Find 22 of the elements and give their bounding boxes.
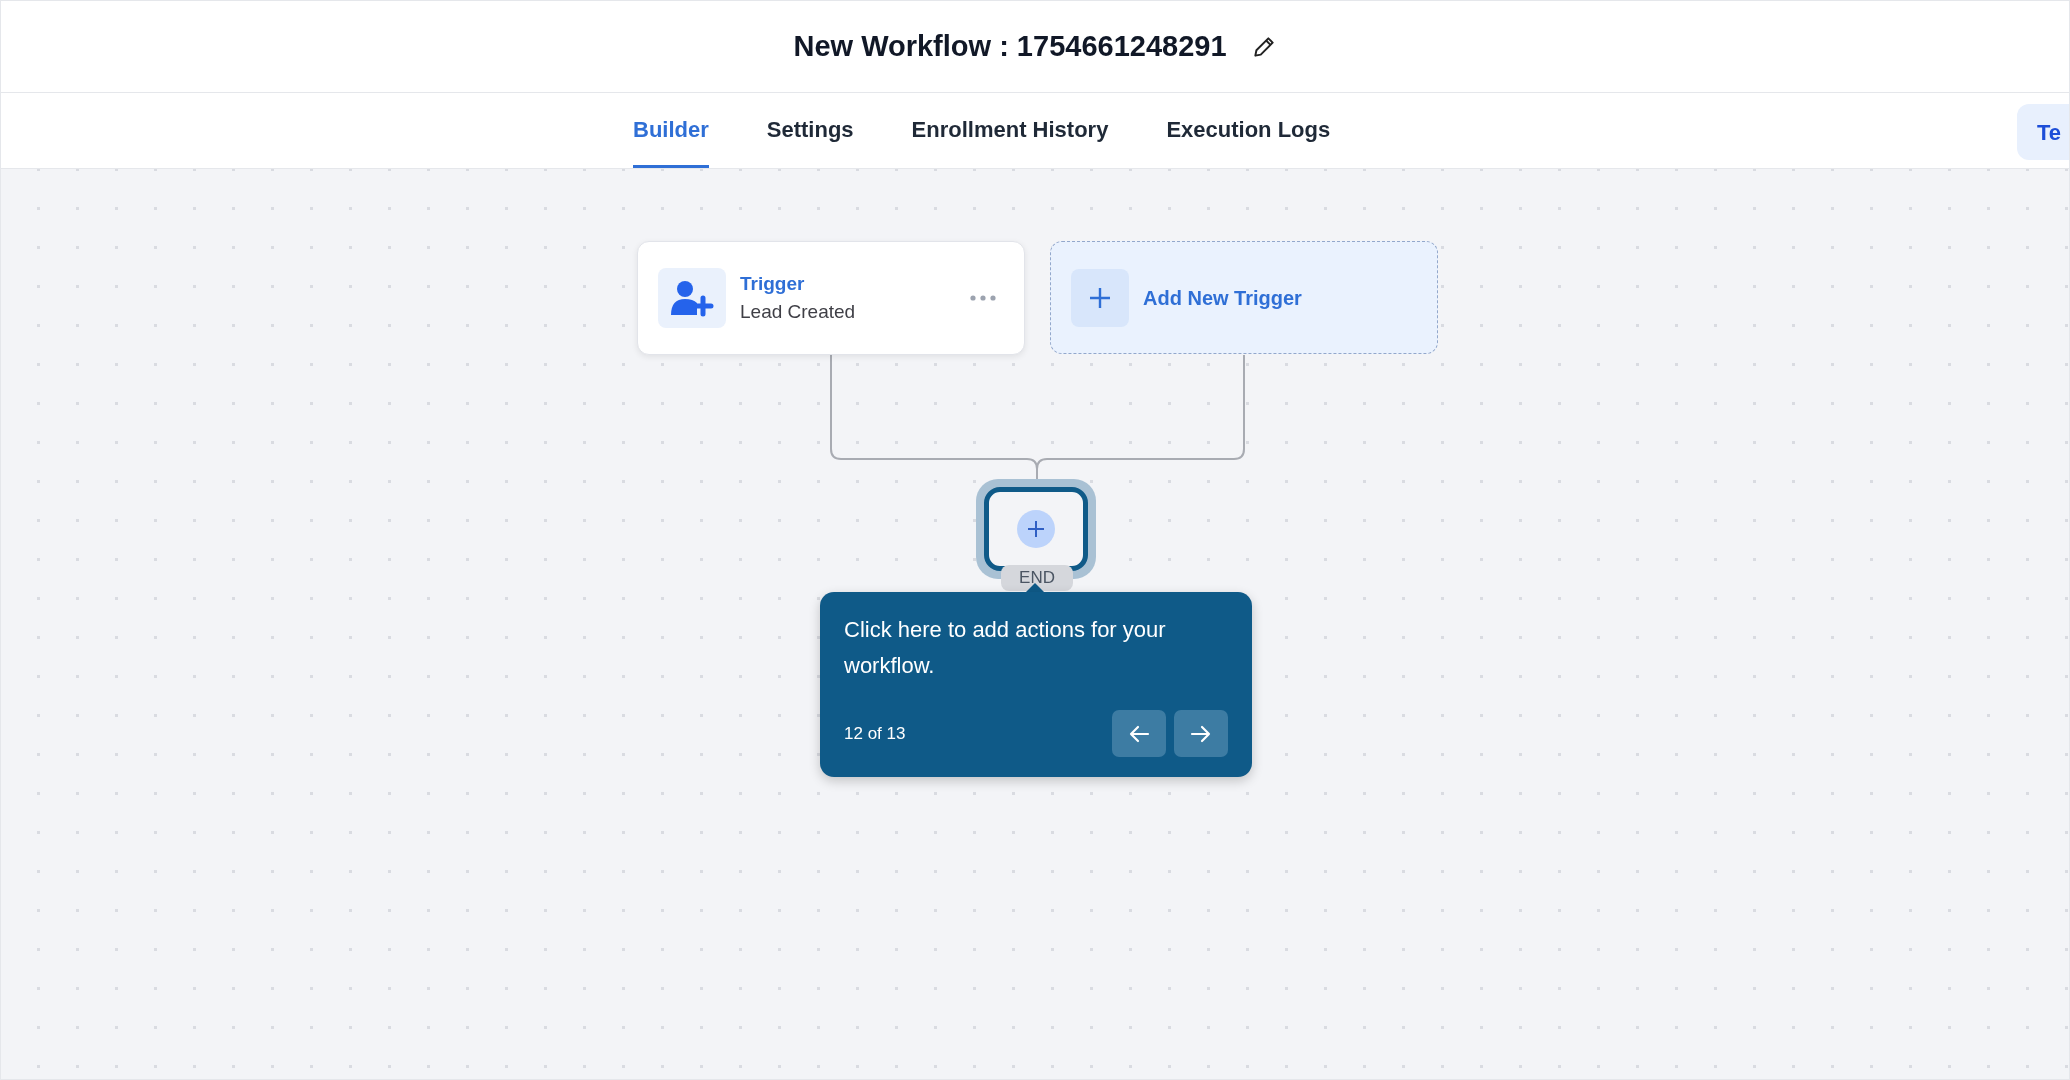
tab[interactable]: Enrollment History — [911, 93, 1109, 168]
add-trigger-card[interactable]: Add New Trigger — [1050, 241, 1438, 354]
plus-icon — [1089, 286, 1111, 309]
right-arrow-icon — [1190, 724, 1212, 743]
trigger-card[interactable]: Trigger Lead Created — [637, 241, 1025, 355]
left-arrow-icon — [1128, 724, 1150, 743]
end-label: END — [1001, 565, 1073, 591]
toolbar-button[interactable]: Te — [2017, 104, 2069, 160]
tab[interactable]: Settings — [766, 93, 854, 168]
trigger-title: Trigger — [740, 271, 806, 296]
step-counter: 12 of 13 — [844, 722, 906, 745]
trigger-subtitle: Lead Created — [740, 300, 857, 324]
plus-icon — [1026, 519, 1046, 539]
more-options-icon[interactable] — [970, 295, 996, 301]
tab[interactable]: Execution Logs — [1166, 93, 1331, 168]
tooltip-text: Click here to add actions for your workflow. — [844, 616, 1167, 680]
workflow-title: New Workflow : 1754661248291 — [793, 28, 1227, 64]
add-action-button[interactable] — [1017, 510, 1055, 548]
user-plus-icon — [669, 279, 715, 317]
add-trigger-label: Add New Trigger — [1143, 285, 1302, 311]
previous-button[interactable] — [1112, 710, 1166, 757]
next-button[interactable] — [1174, 710, 1228, 757]
